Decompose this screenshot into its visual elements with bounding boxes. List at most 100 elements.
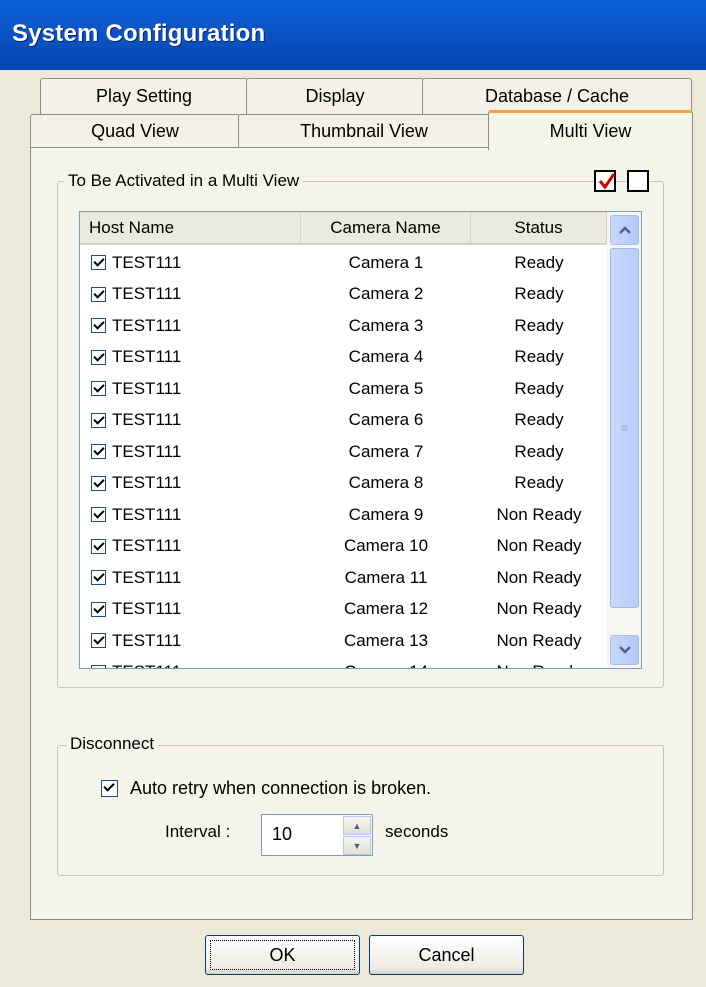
host-name-cell: TEST111 [112, 473, 182, 493]
host-name-cell: TEST111 [112, 662, 181, 668]
column-header-status[interactable]: Status [471, 212, 607, 245]
status-cell: Non Ready [496, 662, 581, 668]
select-all-icon[interactable] [594, 170, 616, 192]
list-item[interactable]: TEST111 Camera 2 Ready [80, 279, 607, 311]
cancel-button[interactable]: Cancel [369, 935, 524, 975]
ok-button[interactable]: OK [205, 935, 360, 975]
spin-up-button[interactable]: ▲ [343, 816, 371, 835]
list-item[interactable]: TEST111 Camera 10 Non Ready [80, 531, 607, 563]
column-header-camera-name[interactable]: Camera Name [301, 212, 471, 245]
status-cell: Ready [514, 252, 564, 272]
row-checkbox[interactable] [91, 601, 106, 617]
row-checkbox[interactable] [91, 318, 106, 334]
spin-down-button[interactable]: ▼ [343, 836, 371, 855]
row-checkbox[interactable] [91, 255, 106, 271]
host-name-cell: TEST111 [112, 567, 182, 587]
camera-name-cell: Camera 14 [344, 662, 428, 668]
interval-value[interactable]: 10 [272, 824, 292, 845]
column-header-host-name[interactable]: Host Name [80, 212, 301, 245]
list-item[interactable]: TEST111 Camera 5 Ready [80, 373, 607, 405]
camera-list[interactable]: Host Name Camera Name Status TEST111 Came… [79, 211, 642, 669]
row-checkbox[interactable] [91, 286, 106, 302]
title-bar: System Configuration [0, 0, 706, 70]
camera-name-cell: Camera 8 [348, 473, 424, 493]
tab-label: Thumbnail View [300, 121, 428, 141]
list-item[interactable]: TEST111 Camera 6 Ready [80, 405, 607, 437]
list-item[interactable]: TEST111 Camera 11 Non Ready [80, 562, 607, 594]
list-item[interactable]: TEST111 Camera 13 Non Ready [80, 625, 607, 657]
list-item[interactable]: TEST111 Camera 4 Ready [80, 342, 607, 374]
camera-name-cell: Camera 1 [348, 252, 424, 272]
tab-play-setting[interactable]: Play Setting [40, 78, 248, 114]
tab-label: Play Setting [95, 86, 193, 106]
status-cell: Non Ready [496, 536, 582, 556]
host-name-cell: TEST111 [112, 536, 182, 556]
camera-name-cell: Camera 4 [348, 347, 424, 367]
row-checkbox[interactable] [91, 538, 106, 554]
auto-retry-checkbox[interactable]: Auto retry when connection is broken. [101, 778, 431, 799]
interval-stepper[interactable]: 10 ▲ ▼ [261, 814, 373, 856]
multi-view-group-legend: To Be Activated in a Multi View [64, 171, 304, 191]
host-name-cell: TEST111 [112, 378, 182, 398]
status-cell: Ready [514, 315, 564, 335]
list-item[interactable]: TEST111 Camera 14 Non Ready [80, 657, 607, 668]
status-cell: Ready [514, 347, 564, 367]
list-item[interactable]: TEST111 Camera 9 Non Ready [80, 499, 607, 531]
status-cell: Non Ready [496, 630, 582, 650]
list-scrollbar[interactable]: ≡ [607, 212, 641, 668]
list-item[interactable]: TEST111 Camera 1 Ready [80, 247, 607, 279]
camera-name-cell: Camera 6 [348, 410, 424, 430]
scroll-thumb[interactable]: ≡ [610, 248, 639, 608]
status-cell: Non Ready [496, 504, 582, 524]
host-name-cell: TEST111 [112, 630, 182, 650]
list-item[interactable]: TEST111 Camera 7 Ready [80, 436, 607, 468]
row-checkbox[interactable] [91, 444, 106, 460]
camera-name-cell: Camera 7 [348, 441, 424, 461]
camera-name-cell: Camera 2 [348, 284, 424, 304]
status-cell: Ready [514, 410, 564, 430]
host-name-cell: TEST111 [112, 599, 182, 619]
scroll-down-button[interactable] [610, 635, 639, 665]
select-none-icon[interactable] [627, 170, 649, 192]
window-title: System Configuration [12, 20, 266, 47]
row-checkbox[interactable] [91, 475, 106, 491]
row-checkbox[interactable] [91, 349, 106, 365]
camera-name-cell: Camera 5 [348, 378, 424, 398]
scroll-up-button[interactable] [610, 215, 639, 245]
host-name-cell: TEST111 [112, 315, 182, 335]
list-item[interactable]: TEST111 Camera 8 Ready [80, 468, 607, 500]
status-cell: Ready [514, 473, 564, 493]
tab-thumbnail-view[interactable]: Thumbnail View [238, 114, 490, 148]
row-checkbox[interactable] [91, 570, 106, 586]
tab-multi-view[interactable]: Multi View [488, 110, 693, 150]
tab-label: Multi View [549, 121, 632, 141]
status-cell: Non Ready [496, 567, 582, 587]
disconnect-group-legend: Disconnect [66, 734, 159, 754]
status-cell: Non Ready [496, 599, 582, 619]
row-checkbox[interactable] [91, 664, 106, 668]
row-checkbox[interactable] [91, 412, 106, 428]
row-checkbox[interactable] [91, 381, 106, 397]
interval-label: Interval : [165, 822, 231, 841]
tab-database-cache[interactable]: Database / Cache [422, 78, 692, 114]
camera-name-cell: Camera 12 [343, 599, 429, 619]
host-name-cell: TEST111 [112, 252, 182, 272]
status-cell: Ready [514, 378, 564, 398]
row-checkbox[interactable] [91, 633, 106, 649]
host-name-cell: TEST111 [112, 441, 182, 461]
focus-rect [210, 940, 355, 970]
host-name-cell: TEST111 [112, 347, 182, 367]
tab-quad-view[interactable]: Quad View [30, 114, 240, 148]
camera-name-cell: Camera 13 [343, 630, 429, 650]
list-item[interactable]: TEST111 Camera 12 Non Ready [80, 594, 607, 626]
interval-unit: seconds [385, 822, 449, 841]
camera-name-cell: Camera 11 [344, 567, 428, 587]
tab-label: Display [305, 86, 365, 106]
disconnect-group [57, 745, 664, 876]
checkbox-icon[interactable] [101, 780, 118, 797]
row-checkbox[interactable] [91, 507, 106, 523]
host-name-cell: TEST111 [112, 504, 182, 524]
list-item[interactable]: TEST111 Camera 3 Ready [80, 310, 607, 342]
tab-display[interactable]: Display [246, 78, 424, 114]
list-header: Host Name Camera Name Status [80, 212, 607, 245]
